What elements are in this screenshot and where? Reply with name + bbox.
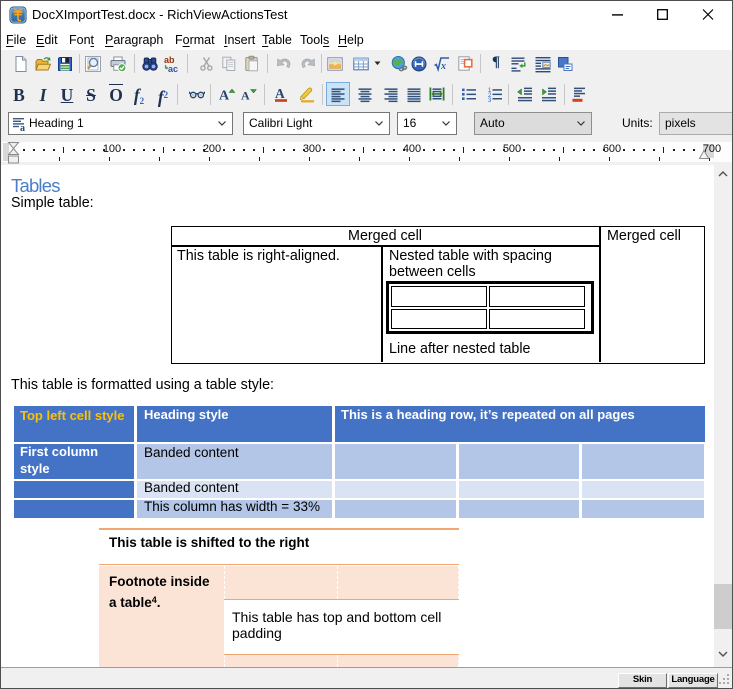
svg-text:ac: ac — [168, 64, 178, 73]
svg-text:3: 3 — [488, 98, 492, 103]
svg-text:x: x — [440, 61, 446, 72]
svg-text:A: A — [219, 89, 230, 104]
svg-text:A: A — [241, 89, 250, 103]
svg-text:a: a — [20, 123, 25, 132]
svg-text:A: A — [275, 86, 285, 101]
